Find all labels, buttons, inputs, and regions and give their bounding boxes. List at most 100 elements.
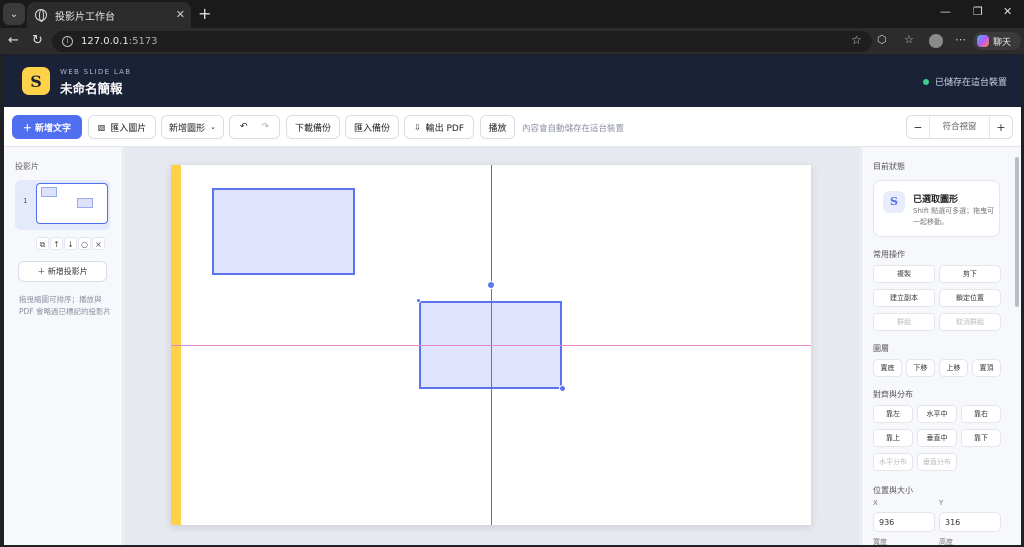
distribute-vertical-button[interactable]: 垂直分布 (917, 453, 957, 471)
save-status-text: 已儲存在這台裝置 (934, 78, 1007, 88)
copy-button[interactable]: 複製 (873, 265, 935, 283)
download-icon: ⇩ (413, 122, 421, 132)
document-title[interactable]: 未命名簡報 (60, 78, 123, 97)
browser-window: ⌄ 投影片工作台 ✕ + — ❐ ✕ ← ↻ i 127.0.0.1:5173 … (0, 0, 1024, 547)
address-bar-row: ← ↻ i 127.0.0.1:5173 ☆ ⬡ ☆ ⋯ 聊天 (0, 28, 1024, 54)
add-shape-select[interactable]: 新增圖形 ⌄ (161, 115, 224, 139)
align-vcenter-button[interactable]: 垂直中 (917, 429, 957, 447)
bring-forward-button[interactable]: 上移 (939, 359, 968, 377)
group-button[interactable]: 群組 (873, 313, 935, 331)
back-icon[interactable]: ← (8, 33, 19, 48)
saved-dot-icon (922, 78, 929, 85)
bring-to-front-button[interactable]: 置頂 (972, 359, 1001, 377)
align-hcenter-button[interactable]: 水平中 (917, 405, 957, 423)
minimize-icon[interactable]: — (940, 5, 951, 18)
slides-panel-title: 投影片 (15, 162, 39, 171)
width-label: 寬度 (873, 538, 887, 545)
move-up-icon[interactable]: ↑ (50, 237, 63, 250)
site-info-icon[interactable]: i (62, 36, 73, 47)
shape-status-icon: S (883, 191, 905, 213)
copilot-label: 聊天 (993, 37, 1012, 48)
tab-actions-menu-icon[interactable]: ⌄ (3, 3, 25, 25)
add-shape-label: 新增圖形 (169, 123, 206, 134)
zoom-out-button[interactable]: − (907, 121, 929, 134)
slide-canvas[interactable] (171, 165, 811, 525)
slides-hint: 拖曳縮圖可排序；播放與 PDF 會略過已標記的投影片 (19, 295, 111, 316)
x-input[interactable]: 936 (873, 512, 935, 532)
browser-tab[interactable]: 投影片工作台 ✕ (27, 2, 191, 28)
redo-icon[interactable]: ↷ (262, 122, 270, 132)
properties-panel: 目前狀態 S 已選取圖形 Shift 點選可多選；拖曳可一起移動。 常用操作 複… (861, 147, 1021, 545)
resize-handle[interactable] (416, 298, 421, 303)
import-backup-button[interactable]: 匯入備份 (345, 115, 399, 139)
reload-icon[interactable]: ↻ (32, 33, 43, 48)
slide-thumbnail-item[interactable]: 1 (15, 180, 110, 230)
new-tab-icon[interactable]: + (198, 4, 211, 23)
download-backup-button[interactable]: 下載備份 (286, 115, 340, 139)
copilot-button[interactable]: 聊天 (973, 32, 1021, 50)
add-slide-button[interactable]: ＋ 新增投影片 (18, 261, 107, 282)
y-label: Y (939, 499, 944, 507)
export-pdf-button[interactable]: ⇩ 輸出 PDF (404, 115, 474, 139)
y-input[interactable]: 316 (939, 512, 1001, 532)
align-bottom-button[interactable]: 靠下 (961, 429, 1001, 447)
url-field[interactable]: i 127.0.0.1:5173 (52, 31, 872, 52)
align-top-button[interactable]: 靠上 (873, 429, 913, 447)
toolbar: ＋ 新增文字 ▧ 匯入圖片 新增圖形 ⌄ ↶ ↷ 下載備份 匯入備份 ⇩ 輸出 … (4, 107, 1021, 147)
play-button[interactable]: 播放 (480, 115, 515, 139)
import-image-button[interactable]: ▧ 匯入圖片 (88, 115, 156, 139)
more-icon[interactable]: ⋯ (955, 33, 966, 46)
send-to-back-button[interactable]: 置底 (873, 359, 902, 377)
favorite-star-icon[interactable]: ☆ (851, 33, 862, 47)
close-window-icon[interactable]: ✕ (1003, 5, 1012, 18)
position-size-title: 位置與大小 (873, 486, 913, 495)
thumb-shape (41, 187, 57, 197)
common-actions-title: 常用操作 (873, 250, 905, 259)
extensions-icon[interactable]: ⬡ (877, 33, 887, 46)
duplicate-slide-icon[interactable]: ⧉ (36, 237, 49, 250)
url-port: :5173 (128, 36, 158, 47)
autosave-note: 內容會自動儲存在這台裝置 (522, 124, 625, 134)
zoom-control: − 符合視窗 + (906, 115, 1013, 139)
horizontal-guide (171, 345, 811, 346)
globe-icon (35, 9, 47, 22)
zoom-fit-label[interactable]: 符合視窗 (929, 116, 990, 138)
resize-handle[interactable] (559, 385, 566, 392)
slide-app: S WEB SLIDE LAB 未命名簡報 已儲存在這台裝置 ＋ 新增文字 ▧ … (4, 55, 1021, 545)
image-icon: ▧ (97, 122, 106, 132)
favorites-icon[interactable]: ☆ (904, 33, 914, 46)
status-description: Shift 點選可多選；拖曳可一起移動。 (913, 207, 995, 226)
duplicate-button[interactable]: 建立副本 (873, 289, 935, 307)
rectangle-shape[interactable] (212, 188, 355, 275)
send-backward-button[interactable]: 下移 (906, 359, 935, 377)
restore-icon[interactable]: ❐ (973, 5, 983, 18)
x-label: X (873, 499, 878, 507)
slide-thumbnail[interactable] (36, 183, 108, 224)
export-pdf-label: 輸出 PDF (425, 123, 465, 134)
align-right-button[interactable]: 靠右 (961, 405, 1001, 423)
app-logo: S (22, 67, 50, 95)
hide-slide-icon[interactable]: ○ (78, 237, 91, 250)
add-text-button[interactable]: ＋ 新增文字 (12, 115, 82, 139)
align-left-button[interactable]: 靠左 (873, 405, 913, 423)
align-title: 對齊與分布 (873, 390, 913, 399)
undo-icon[interactable]: ↶ (240, 122, 248, 132)
distribute-horizontal-button[interactable]: 水平分布 (873, 453, 913, 471)
close-tab-icon[interactable]: ✕ (176, 8, 185, 21)
cut-button[interactable]: 剪下 (939, 265, 1001, 283)
tab-title: 投影片工作台 (55, 11, 115, 23)
scrollbar[interactable] (1015, 157, 1019, 307)
lock-position-button[interactable]: 鎖定位置 (939, 289, 1001, 307)
status-title: 目前狀態 (873, 162, 905, 171)
delete-slide-icon[interactable]: × (92, 237, 105, 250)
ungroup-button[interactable]: 取消群組 (939, 313, 1001, 331)
rotate-handle[interactable] (487, 281, 495, 289)
status-card: S 已選取圖形 Shift 點選可多選；拖曳可一起移動。 (873, 180, 1000, 237)
profile-avatar[interactable] (929, 34, 943, 48)
brand-name: WEB SLIDE LAB (60, 68, 132, 76)
move-down-icon[interactable]: ↓ (64, 237, 77, 250)
import-image-label: 匯入圖片 (110, 123, 147, 134)
copilot-icon (977, 35, 989, 47)
thumb-shape (77, 198, 93, 208)
zoom-in-button[interactable]: + (990, 121, 1012, 134)
